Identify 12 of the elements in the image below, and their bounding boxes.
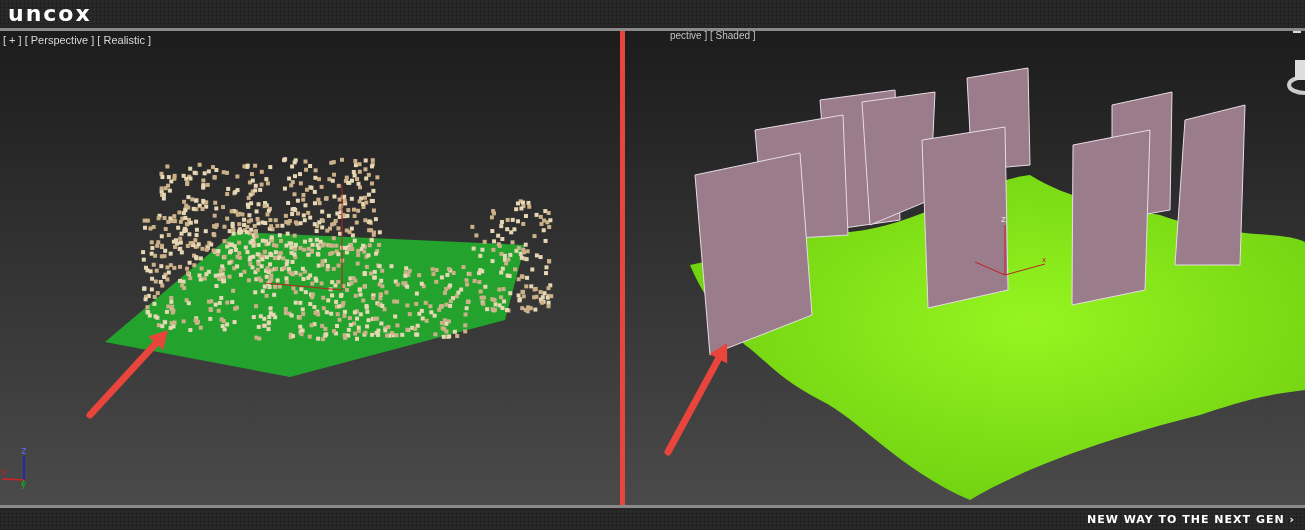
viewport-label[interactable]: [ Realistic ]	[97, 34, 152, 48]
logo: uncox	[8, 3, 92, 25]
viewport-label[interactable]: [ Perspective ]	[24, 34, 95, 48]
view-cube-icon[interactable]	[1287, 60, 1305, 95]
viewport-label[interactable]: [ + ]	[3, 34, 22, 48]
viewport-label[interactable]: pective ] [ Shaded ]	[670, 30, 756, 42]
tagline: NEW WAY TO THE NEXT GEN ›	[1087, 512, 1295, 526]
axis-label: z	[21, 445, 27, 456]
axis-label: x	[1, 467, 7, 477]
axis-label: z	[1001, 214, 1006, 224]
axis-gizmo-drawing	[1, 455, 25, 487]
axis-gizmo-drawing	[974, 224, 1046, 276]
